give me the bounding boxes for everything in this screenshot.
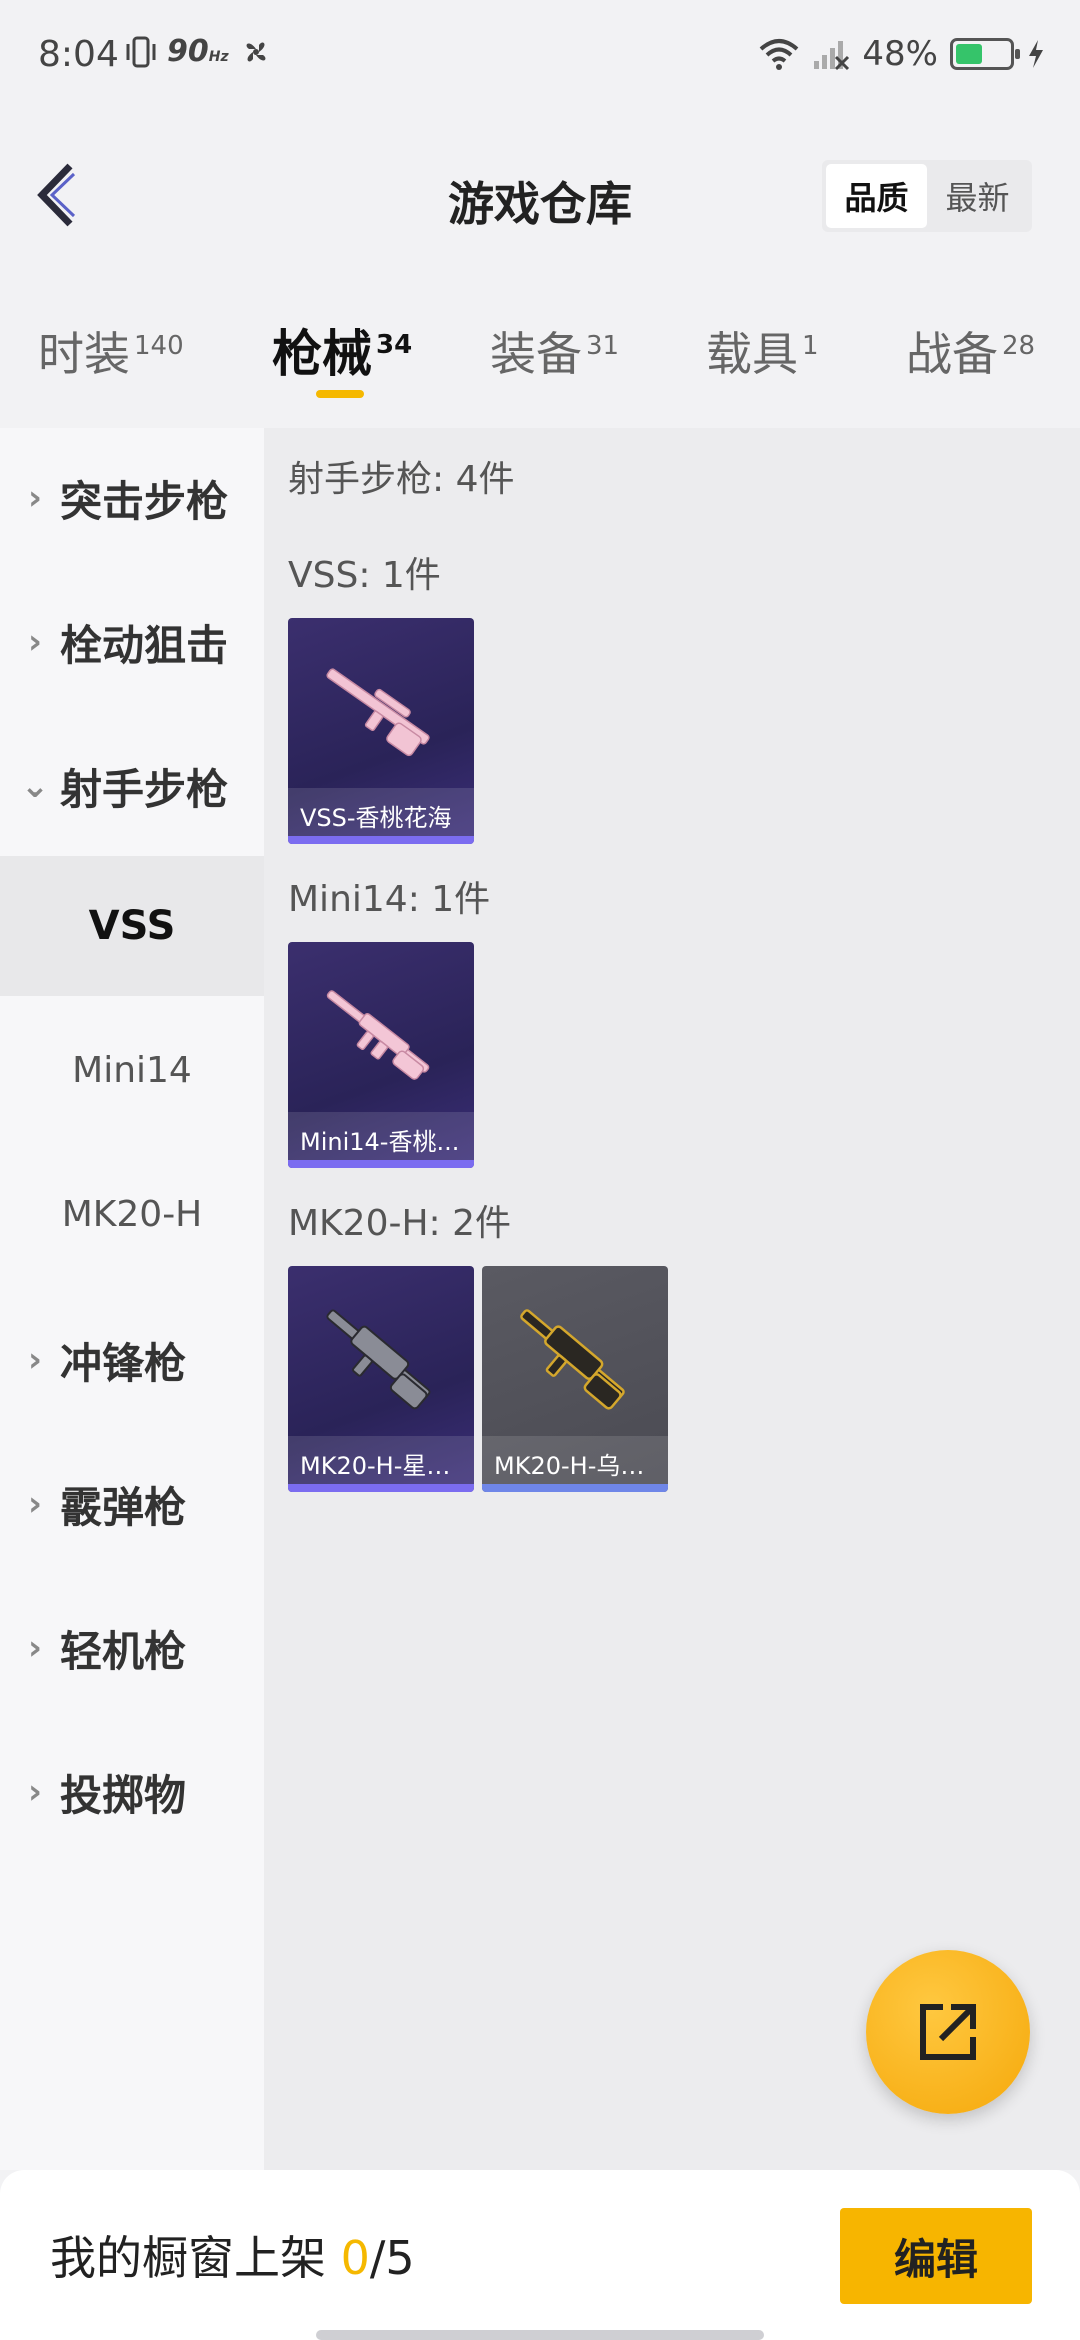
rifle-image: [520, 1309, 625, 1410]
sidebar-item-assault-rifles[interactable]: › 突击步枪: [0, 428, 264, 568]
sort-option-newest[interactable]: 最新: [927, 164, 1028, 228]
battery-icon: [950, 38, 1020, 70]
share-button[interactable]: [866, 1950, 1030, 2114]
chevron-right-icon: ›: [27, 1340, 42, 1380]
item-label: MK20-H-星途...: [288, 1436, 474, 1484]
sidebar-item-marksman-rifles[interactable]: ⌄ 射手步枪: [0, 716, 264, 856]
fan-icon: [246, 42, 266, 61]
chevron-right-icon: ›: [27, 478, 42, 518]
item-card-mk20h-1[interactable]: MK20-H-星途...: [288, 1266, 474, 1492]
status-time: 8:04: [38, 34, 119, 75]
refresh-rate: 90Hz: [167, 34, 229, 69]
rarity-bar: [482, 1484, 668, 1492]
category-tabs: 时装 140 枪械 34 装备 31 载具 1 战备 28: [0, 300, 1080, 420]
sidebar-item-lmgs[interactable]: › 轻机枪: [0, 1578, 264, 1718]
sidebar-subitem-vss[interactable]: VSS: [0, 856, 264, 996]
showcase-bar: 我的橱窗上架 0/5 编辑: [0, 2170, 1080, 2340]
rifle-image: [326, 990, 430, 1080]
tab-fashion[interactable]: 时装 140: [38, 318, 184, 384]
chevron-right-icon: ›: [27, 622, 42, 662]
wifi-icon: [760, 39, 799, 70]
item-grid-panel: 射手步枪: 4件 VSS: 1件 VSS-香桃花海 Mini14: 1件 Min…: [264, 428, 1080, 2170]
showcase-current-count: 0: [340, 2231, 370, 2285]
tab-supplies[interactable]: 战备 28: [906, 318, 1035, 384]
edit-button[interactable]: 编辑: [840, 2208, 1032, 2304]
chevron-right-icon: ›: [27, 1484, 42, 1524]
tab-firearms[interactable]: 枪械 34: [272, 314, 412, 386]
rifle-image: [326, 1309, 431, 1410]
rarity-bar: [288, 1160, 474, 1168]
item-label: Mini14-香桃...: [288, 1112, 474, 1160]
tab-equipment[interactable]: 装备 31: [490, 318, 619, 384]
rifle-image: [326, 668, 430, 757]
chevron-right-icon: ›: [27, 1628, 42, 1668]
header: 游戏仓库 品质 最新: [0, 130, 1080, 260]
item-card-mk20h-2[interactable]: MK20-H-乌木...: [482, 1266, 668, 1492]
external-link-icon: [920, 2004, 976, 2060]
vibrate-icon: [126, 36, 156, 67]
sidebar-item-throwables[interactable]: › 投掷物: [0, 1722, 264, 1862]
signal-icon: [814, 41, 850, 71]
showcase-status: 我的橱窗上架 0/5: [50, 2231, 415, 2285]
rarity-bar: [288, 1484, 474, 1492]
charging-icon: [1029, 40, 1043, 68]
section-title-mk20h: MK20-H: 2件: [288, 1203, 512, 1244]
chevron-right-icon: ›: [27, 1772, 42, 1812]
status-icons-left: 90Hz: [125, 34, 273, 69]
item-label: VSS-香桃花海: [288, 788, 474, 836]
chevron-down-icon: ⌄: [20, 766, 50, 806]
active-tab-indicator: [316, 390, 364, 398]
item-card-vss[interactable]: VSS-香桃花海: [288, 618, 474, 844]
status-bar: 8:04 90Hz 48%: [0, 0, 1080, 110]
item-label: MK20-H-乌木...: [482, 1436, 668, 1484]
section-title-vss: VSS: 1件: [288, 555, 441, 596]
sort-toggle: 品质 最新: [822, 160, 1032, 232]
sidebar-item-smgs[interactable]: › 冲锋枪: [0, 1290, 264, 1430]
sort-option-quality[interactable]: 品质: [826, 164, 927, 228]
section-title-mini14: Mini14: 1件: [288, 879, 491, 920]
showcase-total: /5: [369, 2231, 415, 2285]
rarity-bar: [288, 836, 474, 844]
category-summary: 射手步枪: 4件: [288, 459, 515, 500]
sidebar: › 突击步枪 › 栓动狙击 ⌄ 射手步枪 VSS Mini14 MK20-H › 冲锋枪…: [0, 428, 264, 2170]
sidebar-subitem-mini14[interactable]: Mini14: [0, 1000, 264, 1140]
home-indicator[interactable]: [316, 2330, 764, 2340]
tab-vehicles[interactable]: 载具 1: [706, 318, 819, 384]
status-icons-right: 48%: [758, 34, 1046, 74]
item-card-mini14[interactable]: Mini14-香桃...: [288, 942, 474, 1168]
sidebar-item-bolt-action-snipers[interactable]: › 栓动狙击: [0, 572, 264, 712]
sidebar-item-shotguns[interactable]: › 霰弹枪: [0, 1434, 264, 1574]
sidebar-subitem-mk20h[interactable]: MK20-H: [0, 1144, 264, 1284]
battery-percent: 48%: [862, 34, 938, 74]
